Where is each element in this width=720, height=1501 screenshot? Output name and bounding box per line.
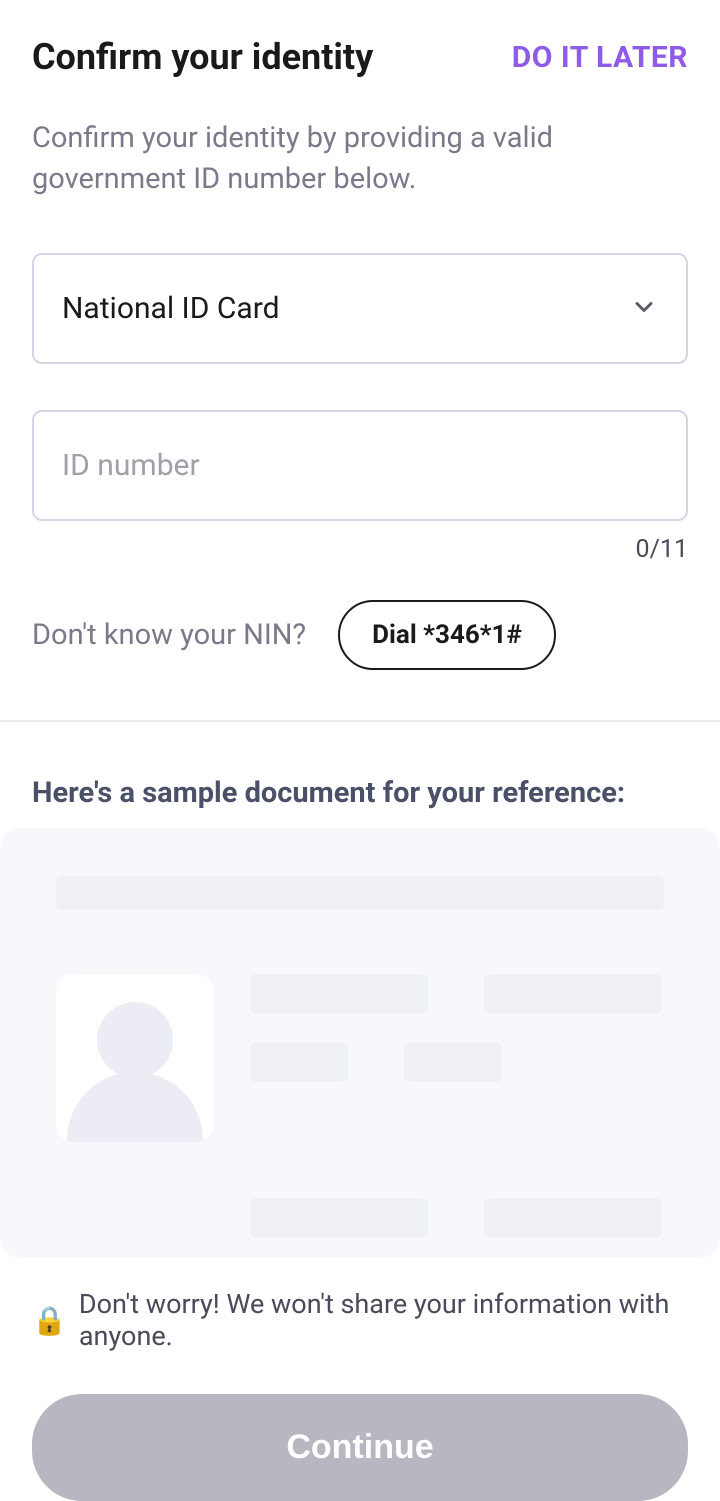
sample-field-bar [250, 974, 428, 1014]
sample-field-bar [484, 974, 662, 1014]
id-number-input[interactable] [32, 410, 688, 521]
avatar-head-icon [97, 1002, 173, 1078]
sample-field-bar [484, 1198, 662, 1238]
sample-avatar-box [56, 974, 214, 1142]
sample-card-fields [250, 974, 664, 1142]
dial-button[interactable]: Dial *346*1# [338, 600, 556, 670]
chevron-down-icon [630, 293, 658, 325]
sample-title: Here's a sample document for your refere… [32, 776, 688, 810]
nin-help-row: Don't know your NIN? Dial *346*1# [32, 600, 688, 670]
sample-field-bar [250, 1042, 348, 1082]
id-type-select[interactable]: National ID Card [32, 253, 688, 364]
page-title: Confirm your identity [32, 36, 373, 78]
sample-field-bar [250, 1198, 428, 1238]
sample-card-illustration [0, 828, 720, 1258]
header: Confirm your identity DO IT LATER [32, 0, 688, 118]
sample-section: Here's a sample document for your refere… [32, 722, 688, 1258]
sample-field-bar [404, 1042, 502, 1082]
do-it-later-link[interactable]: DO IT LATER [512, 40, 688, 75]
sample-card-header-bar [56, 876, 664, 910]
continue-button[interactable]: Continue [32, 1394, 688, 1501]
avatar-shoulders-icon [67, 1072, 203, 1142]
privacy-text: Don't worry! We won't share your informa… [79, 1288, 688, 1352]
sample-card-body [56, 974, 664, 1142]
char-counter: 0/11 [32, 535, 688, 564]
lock-icon: 🔒 [32, 1304, 67, 1337]
privacy-notice: 🔒 Don't worry! We won't share your infor… [32, 1288, 688, 1352]
nin-prompt: Don't know your NIN? [32, 618, 306, 652]
id-type-value: National ID Card [62, 291, 280, 326]
subtitle-text: Confirm your identity by providing a val… [32, 118, 688, 199]
